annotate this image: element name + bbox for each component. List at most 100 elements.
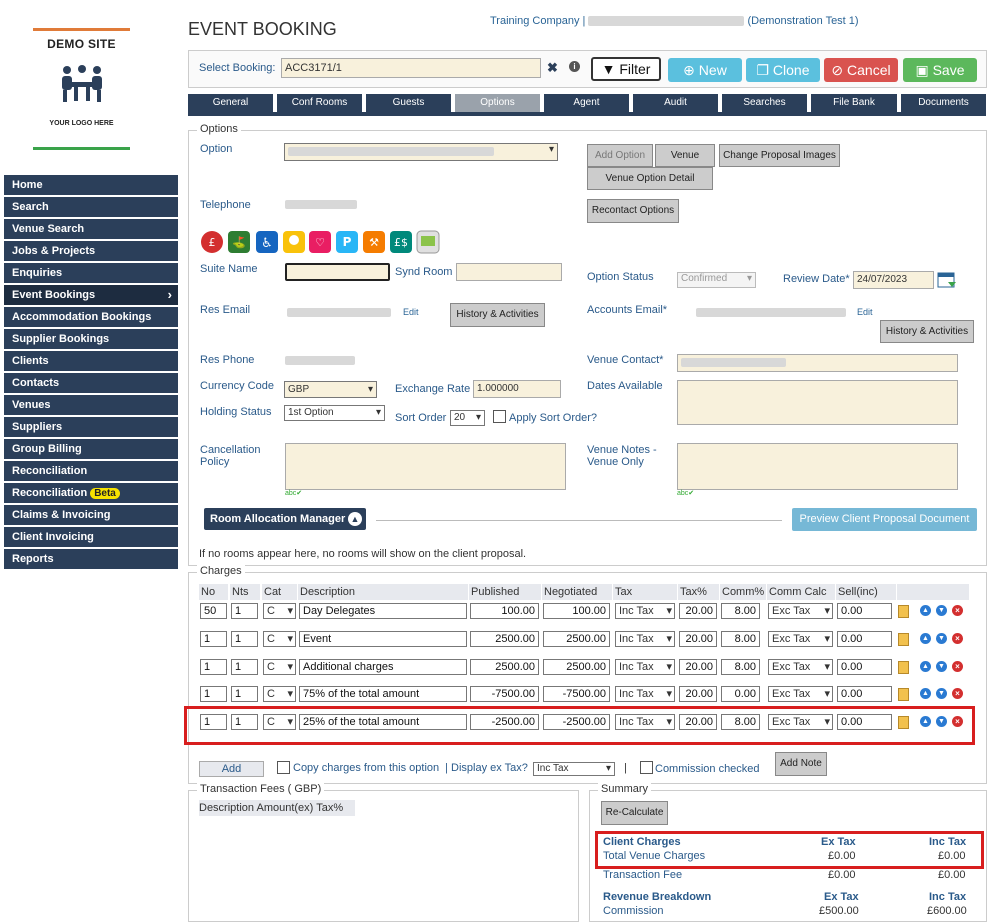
charge-comm-field[interactable]: 8.00: [721, 631, 760, 647]
notes-icon[interactable]: [898, 688, 909, 701]
cancel-button[interactable]: ⊘ Cancel: [824, 58, 898, 82]
notes-icon[interactable]: [898, 605, 909, 618]
delete-icon[interactable]: ×: [952, 605, 963, 616]
accounts-email-edit-link[interactable]: Edit: [857, 307, 873, 317]
move-down-icon[interactable]: ▼: [936, 605, 947, 616]
change-proposal-images-button[interactable]: Change Proposal Images: [719, 144, 840, 167]
charge-nts-field[interactable]: 1: [231, 631, 258, 647]
charge-no-field[interactable]: 50: [200, 603, 227, 619]
suite-name-input[interactable]: [285, 263, 390, 281]
nav-enquiries[interactable]: Enquiries: [4, 263, 178, 283]
notes-icon[interactable]: [898, 633, 909, 646]
nav-accommodation-bookings[interactable]: Accommodation Bookings: [4, 307, 178, 327]
clone-button[interactable]: ❐ Clone: [746, 58, 820, 82]
option-status-select[interactable]: Confirmed: [677, 272, 756, 288]
delete-icon[interactable]: ×: [952, 661, 963, 672]
move-down-icon[interactable]: ▼: [936, 633, 947, 644]
tab-general[interactable]: General: [188, 94, 273, 112]
charge-pub-field[interactable]: 2500.00: [470, 631, 539, 647]
charge-desc-field[interactable]: Day Delegates: [299, 603, 467, 619]
move-down-icon[interactable]: ▼: [936, 688, 947, 699]
nav-claims-invoicing[interactable]: Claims & Invoicing: [4, 505, 178, 525]
clear-icon[interactable]: ✖: [547, 60, 558, 76]
charge-calc-field[interactable]: Exc Tax: [768, 686, 833, 702]
charge-calc-field[interactable]: Exc Tax: [768, 603, 833, 619]
charge-sell-field[interactable]: 0.00: [837, 631, 892, 647]
nav-supplier-bookings[interactable]: Supplier Bookings: [4, 329, 178, 349]
review-date-input[interactable]: 24/07/2023: [853, 271, 934, 289]
nav-venues[interactable]: Venues: [4, 395, 178, 415]
res-history-button[interactable]: History & Activities: [450, 303, 545, 327]
venue-button[interactable]: Venue: [655, 144, 715, 167]
add-charge-button[interactable]: Add: [199, 761, 264, 777]
nav-suppliers[interactable]: Suppliers: [4, 417, 178, 437]
display-ex-tax-select[interactable]: Inc Tax: [533, 762, 615, 776]
delete-icon[interactable]: ×: [952, 688, 963, 699]
nav-event-bookings[interactable]: Event Bookings ›: [4, 285, 178, 305]
tab-options[interactable]: Options: [455, 94, 540, 112]
calendar-icon[interactable]: [937, 271, 957, 289]
charge-neg-field[interactable]: 2500.00: [543, 631, 610, 647]
save-button[interactable]: ▣ Save: [903, 58, 977, 82]
commission-checked-checkbox[interactable]: [640, 761, 653, 774]
cancellation-policy-textarea[interactable]: [285, 443, 566, 490]
tab-file-bank[interactable]: File Bank: [811, 94, 897, 112]
new-button[interactable]: ⊕ New: [668, 58, 742, 82]
charge-desc-field[interactable]: 75% of the total amount: [299, 686, 467, 702]
dates-available-textarea[interactable]: [677, 380, 958, 425]
tab-agent[interactable]: Agent: [544, 94, 629, 112]
nav-reconciliation-beta[interactable]: Reconciliation Beta: [4, 483, 178, 503]
move-up-icon[interactable]: ▲: [920, 688, 931, 699]
charge-cat-field[interactable]: C: [263, 686, 296, 702]
tab-audit[interactable]: Audit: [633, 94, 718, 112]
charge-comm-field[interactable]: 8.00: [721, 659, 760, 675]
charge-no-field[interactable]: 1: [200, 659, 227, 675]
accounts-history-button[interactable]: History & Activities: [880, 320, 974, 343]
charge-sell-field[interactable]: 0.00: [837, 603, 892, 619]
charge-neg-field[interactable]: 2500.00: [543, 659, 610, 675]
charge-calc-field[interactable]: Exc Tax: [768, 631, 833, 647]
charge-nts-field[interactable]: 1: [231, 603, 258, 619]
nav-clients[interactable]: Clients: [4, 351, 178, 371]
nav-client-invoicing[interactable]: Client Invoicing: [4, 527, 178, 547]
recalculate-button[interactable]: Re-Calculate: [601, 801, 668, 825]
charge-taxp-field[interactable]: 20.00: [679, 603, 717, 619]
charge-taxp-field[interactable]: 20.00: [679, 659, 717, 675]
charge-no-field[interactable]: 1: [200, 686, 227, 702]
charge-cat-field[interactable]: C: [263, 631, 296, 647]
venue-contact-input[interactable]: [677, 354, 958, 372]
res-email-edit-link[interactable]: Edit: [403, 307, 419, 317]
charge-comm-field[interactable]: 0.00: [721, 686, 760, 702]
charge-tax-field[interactable]: Inc Tax: [615, 631, 675, 647]
recontact-options-button[interactable]: Recontact Options: [587, 199, 679, 223]
apply-sort-checkbox[interactable]: [493, 410, 506, 423]
charge-nts-field[interactable]: 1: [231, 659, 258, 675]
add-note-button[interactable]: Add Note: [775, 752, 827, 776]
tab-documents[interactable]: Documents: [901, 94, 986, 112]
charge-tax-field[interactable]: Inc Tax: [615, 686, 675, 702]
notes-icon[interactable]: [898, 661, 909, 674]
nav-group-billing[interactable]: Group Billing: [4, 439, 178, 459]
nav-home[interactable]: Home: [4, 175, 178, 195]
charge-tax-field[interactable]: Inc Tax: [615, 603, 675, 619]
add-option-button[interactable]: Add Option: [587, 144, 653, 167]
tab-conf-rooms[interactable]: Conf Rooms: [277, 94, 362, 112]
nav-search[interactable]: Search: [4, 197, 178, 217]
nav-contacts[interactable]: Contacts: [4, 373, 178, 393]
info-icon[interactable]: i: [569, 61, 580, 72]
copy-charges-checkbox[interactable]: [277, 761, 290, 774]
charge-pub-field[interactable]: -7500.00: [470, 686, 539, 702]
tab-searches[interactable]: Searches: [722, 94, 807, 112]
option-select[interactable]: [284, 143, 558, 161]
delete-icon[interactable]: ×: [952, 633, 963, 644]
booking-select-input[interactable]: ACC3171/1: [281, 58, 541, 78]
charge-sell-field[interactable]: 0.00: [837, 686, 892, 702]
nav-jobs-projects[interactable]: Jobs & Projects: [4, 241, 178, 261]
sort-order-select[interactable]: 20: [450, 410, 485, 426]
nav-reconciliation[interactable]: Reconciliation: [4, 461, 178, 481]
charge-desc-field[interactable]: Event: [299, 631, 467, 647]
move-up-icon[interactable]: ▲: [920, 633, 931, 644]
charge-pub-field[interactable]: 100.00: [470, 603, 539, 619]
move-down-icon[interactable]: ▼: [936, 661, 947, 672]
charge-cat-field[interactable]: C: [263, 659, 296, 675]
